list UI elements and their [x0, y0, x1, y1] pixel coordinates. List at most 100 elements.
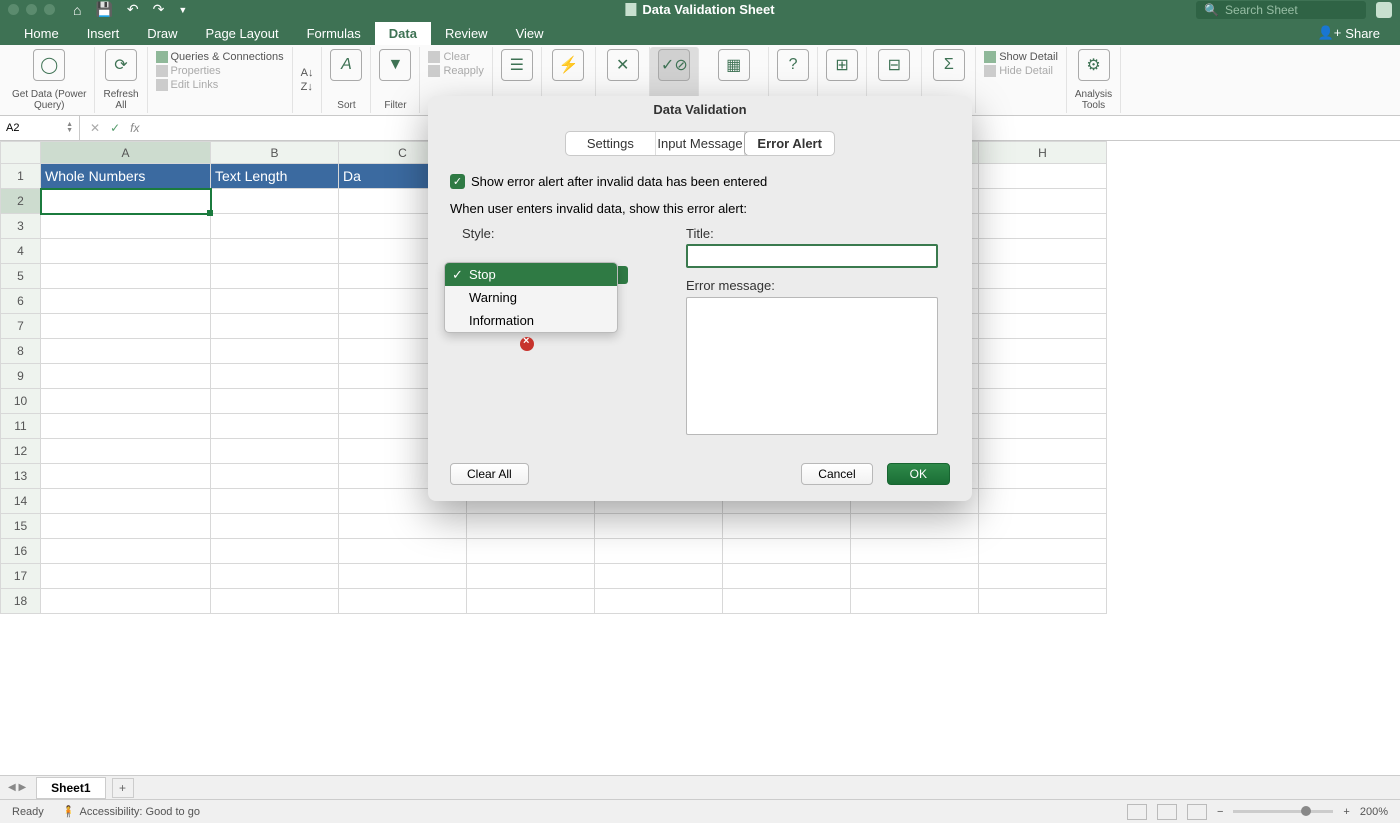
row-header-17[interactable]: 17 [1, 564, 41, 589]
cell-G15[interactable] [851, 514, 979, 539]
cell-H6[interactable] [979, 289, 1107, 314]
home-icon[interactable]: ⌂ [73, 2, 81, 18]
col-header-A[interactable]: A [41, 142, 211, 164]
cell-B7[interactable] [211, 314, 339, 339]
cell-B3[interactable] [211, 214, 339, 239]
cell-F15[interactable] [723, 514, 851, 539]
cell-B10[interactable] [211, 389, 339, 414]
cell-A9[interactable] [41, 364, 211, 389]
cell-B17[interactable] [211, 564, 339, 589]
cell-H7[interactable] [979, 314, 1107, 339]
row-header-7[interactable]: 7 [1, 314, 41, 339]
row-header-18[interactable]: 18 [1, 589, 41, 614]
cell-A11[interactable] [41, 414, 211, 439]
analysis-tools-button[interactable]: ⚙Analysis Tools [1067, 47, 1121, 113]
clear-filter-button[interactable]: Clear [428, 51, 469, 63]
cell-B5[interactable] [211, 264, 339, 289]
cell-H8[interactable] [979, 339, 1107, 364]
row-header-12[interactable]: 12 [1, 439, 41, 464]
cell-D16[interactable] [467, 539, 595, 564]
cell-H10[interactable] [979, 389, 1107, 414]
get-data-button[interactable]: ◯ Get Data (Power Query) [4, 47, 95, 113]
row-header-15[interactable]: 15 [1, 514, 41, 539]
properties-button[interactable]: Properties [156, 65, 221, 77]
cell-H14[interactable] [979, 489, 1107, 514]
cell-B12[interactable] [211, 439, 339, 464]
cell-E15[interactable] [595, 514, 723, 539]
sort-desc-button[interactable]: Z↓ [301, 81, 313, 93]
name-box-stepper[interactable]: ▲▼ [66, 122, 73, 134]
redo-icon[interactable]: ↷ [153, 1, 165, 18]
cell-C15[interactable] [339, 514, 467, 539]
cell-A3[interactable] [41, 214, 211, 239]
title-input[interactable] [686, 244, 938, 268]
cell-A10[interactable] [41, 389, 211, 414]
undo-icon[interactable]: ↶ [127, 1, 139, 18]
cell-A18[interactable] [41, 589, 211, 614]
cell-D18[interactable] [467, 589, 595, 614]
cell-B13[interactable] [211, 464, 339, 489]
cell-C18[interactable] [339, 589, 467, 614]
row-header-9[interactable]: 9 [1, 364, 41, 389]
cell-B2[interactable] [211, 189, 339, 214]
row-header-5[interactable]: 5 [1, 264, 41, 289]
row-header-13[interactable]: 13 [1, 464, 41, 489]
cell-B6[interactable] [211, 289, 339, 314]
style-option-information[interactable]: Information [445, 309, 617, 332]
cell-H3[interactable] [979, 214, 1107, 239]
cell-A12[interactable] [41, 439, 211, 464]
dialog-tab-input-message[interactable]: Input Message [656, 132, 746, 155]
sheet-nav[interactable]: ◀ ▶ [8, 782, 26, 793]
ok-button[interactable]: OK [887, 463, 950, 485]
dialog-tab-error-alert[interactable]: Error Alert [745, 132, 834, 155]
cell-E16[interactable] [595, 539, 723, 564]
cell-C16[interactable] [339, 539, 467, 564]
cell-H12[interactable] [979, 439, 1107, 464]
zoom-level[interactable]: 200% [1360, 806, 1388, 818]
col-header-H[interactable]: H [979, 142, 1107, 164]
cell-D17[interactable] [467, 564, 595, 589]
cell-H5[interactable] [979, 264, 1107, 289]
search-sheet-input[interactable]: 🔍 Search Sheet [1196, 1, 1366, 19]
zoom-slider[interactable] [1233, 810, 1333, 813]
accessibility-status[interactable]: 🧍 Accessibility: Good to go [62, 805, 200, 818]
cell-G17[interactable] [851, 564, 979, 589]
cell-F16[interactable] [723, 539, 851, 564]
cell-H2[interactable] [979, 189, 1107, 214]
save-icon[interactable]: 💾 [95, 1, 112, 18]
row-header-16[interactable]: 16 [1, 539, 41, 564]
cell-B9[interactable] [211, 364, 339, 389]
sort-button[interactable]: A Sort [322, 47, 371, 113]
tab-page-layout[interactable]: Page Layout [192, 22, 293, 45]
show-detail-button[interactable]: Show Detail [984, 51, 1058, 63]
tab-view[interactable]: View [502, 22, 558, 45]
cell-B14[interactable] [211, 489, 339, 514]
reapply-filter-button[interactable]: Reapply [428, 65, 483, 77]
row-header-11[interactable]: 11 [1, 414, 41, 439]
quick-access-toolbar[interactable]: ⌂ 💾 ↶ ↷ ▼ [73, 1, 187, 18]
refresh-all-button[interactable]: ⟳ Refresh All [95, 47, 147, 113]
cell-A17[interactable] [41, 564, 211, 589]
edit-links-button[interactable]: Edit Links [156, 79, 219, 91]
name-box[interactable]: A2 ▲▼ [0, 116, 80, 140]
cell-F18[interactable] [723, 589, 851, 614]
enter-formula-icon[interactable]: ✓ [110, 121, 120, 135]
cell-B18[interactable] [211, 589, 339, 614]
row-header-8[interactable]: 8 [1, 339, 41, 364]
chevron-down-icon[interactable]: ▼ [178, 5, 187, 15]
cell-B4[interactable] [211, 239, 339, 264]
cell-A13[interactable] [41, 464, 211, 489]
cell-H16[interactable] [979, 539, 1107, 564]
cell-H13[interactable] [979, 464, 1107, 489]
view-normal-button[interactable] [1127, 804, 1147, 820]
cell-F17[interactable] [723, 564, 851, 589]
row-header-4[interactable]: 4 [1, 239, 41, 264]
cell-H9[interactable] [979, 364, 1107, 389]
error-message-textarea[interactable] [686, 297, 938, 435]
tab-home[interactable]: Home [10, 22, 73, 45]
cell-B11[interactable] [211, 414, 339, 439]
clear-all-button[interactable]: Clear All [450, 463, 529, 485]
cell-A8[interactable] [41, 339, 211, 364]
cell-A16[interactable] [41, 539, 211, 564]
zoom-out-button[interactable]: − [1217, 806, 1223, 818]
